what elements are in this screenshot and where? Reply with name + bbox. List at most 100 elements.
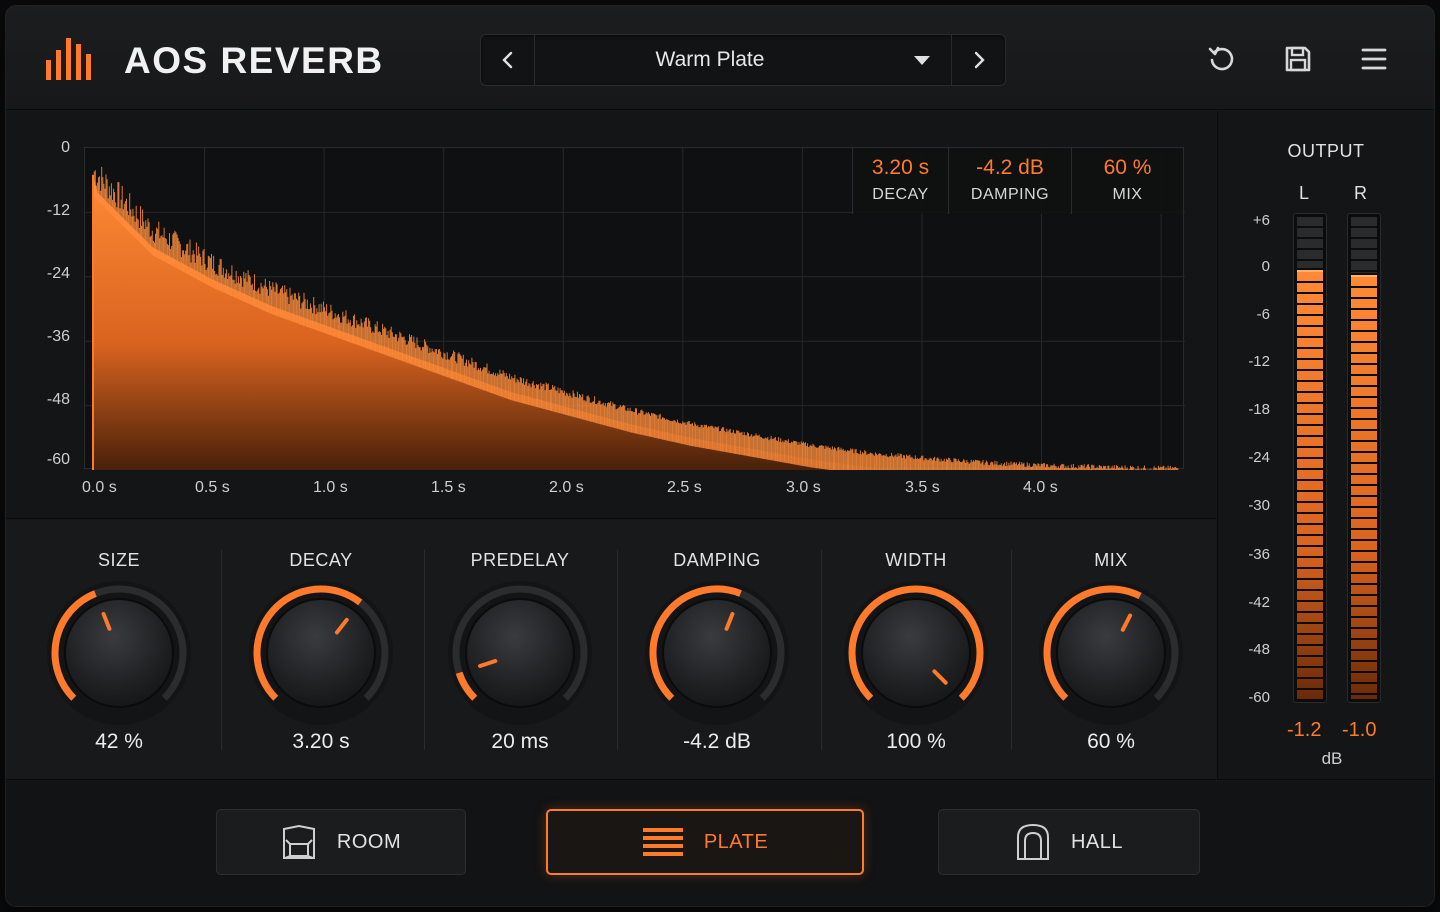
size-control: SIZE 42 % bbox=[19, 520, 219, 780]
y-tick-label: -12 bbox=[46, 202, 70, 219]
meter-unit: dB bbox=[1321, 749, 1343, 768]
output-meter-panel: OUTPUT L R +6 0 -6 -12 -18 -24 -30 -36 -… bbox=[1217, 111, 1434, 780]
damping-readout: -4.2 dB DAMPING bbox=[948, 148, 1071, 214]
meter-left-fill bbox=[1297, 270, 1323, 699]
mix-readout: 60 % MIX bbox=[1071, 148, 1183, 214]
meter-scale-label: 0 bbox=[1261, 258, 1270, 275]
chevron-right-icon bbox=[974, 51, 985, 69]
header: AOS REVERB Warm Plate bbox=[6, 6, 1434, 110]
hall-mode-button[interactable]: HALL bbox=[938, 809, 1200, 875]
size-knob[interactable] bbox=[44, 578, 194, 728]
meter-scale-label: -42 bbox=[1248, 594, 1270, 611]
meter-scale-label: -30 bbox=[1248, 497, 1270, 514]
knob-cap bbox=[266, 598, 376, 708]
x-tick-label: 0.0 s bbox=[82, 479, 117, 496]
decay-readout-label: DECAY bbox=[872, 186, 929, 203]
knob-label: SIZE bbox=[97, 550, 140, 570]
app-title: AOS REVERB bbox=[124, 40, 384, 81]
mix-control: MIX 60 % bbox=[1011, 520, 1211, 780]
decay-readout-value: 3.20 s bbox=[871, 156, 930, 179]
x-tick-label: 0.5 s bbox=[195, 479, 230, 496]
mix-readout-value: 60 % bbox=[1103, 156, 1152, 179]
knob-value: 20 ms bbox=[491, 730, 549, 753]
menu-icon bbox=[1361, 48, 1387, 70]
mix-knob[interactable] bbox=[1036, 578, 1186, 728]
save-button[interactable] bbox=[1281, 42, 1315, 76]
preset-selector: Warm Plate bbox=[480, 34, 1006, 86]
reset-button[interactable] bbox=[1205, 42, 1239, 76]
meter-scale-label: -18 bbox=[1248, 401, 1270, 418]
predelay-control: PREDELAY 20 ms bbox=[424, 520, 616, 780]
damping-readout-label: DAMPING bbox=[970, 186, 1050, 203]
x-tick-label: 4.0 s bbox=[1023, 479, 1058, 496]
predelay-knob[interactable] bbox=[445, 578, 595, 728]
knob-label: MIX bbox=[1094, 550, 1128, 570]
meter-scale-label: +6 bbox=[1252, 212, 1270, 229]
menu-button[interactable] bbox=[1357, 42, 1391, 76]
logo-bars-icon bbox=[46, 38, 91, 80]
preset-prev-button[interactable] bbox=[481, 35, 535, 85]
preset-name[interactable]: Warm Plate bbox=[535, 35, 845, 85]
peak-left: -1.2 bbox=[1287, 719, 1322, 741]
x-tick-label: 3.0 s bbox=[786, 479, 821, 496]
x-tick-label: 1.0 s bbox=[313, 479, 348, 496]
y-tick-label: -48 bbox=[46, 391, 70, 408]
knob-label: WIDTH bbox=[885, 550, 947, 570]
graph-readouts: 3.20 s DECAY -4.2 dB DAMPING 60 % MIX bbox=[852, 148, 1183, 214]
output-title: OUTPUT bbox=[1287, 141, 1365, 161]
meter-scale-label: -24 bbox=[1248, 449, 1270, 466]
plate-mode-label: PLATE bbox=[703, 830, 769, 853]
knob-cap bbox=[465, 598, 575, 708]
meter-right-fill bbox=[1351, 275, 1377, 699]
x-tick-label: 2.5 s bbox=[667, 479, 702, 496]
meter-scale-label: -36 bbox=[1248, 546, 1270, 563]
hall-mode-label: HALL bbox=[1070, 830, 1124, 853]
reset-icon bbox=[1208, 46, 1234, 71]
knob-value: 42 % bbox=[95, 730, 143, 753]
knob-label: DECAY bbox=[289, 550, 353, 570]
plugin-window: AOS REVERB Warm Plate 0 -12 -24 -36 -48 … bbox=[6, 6, 1434, 906]
decay-knob[interactable] bbox=[246, 578, 396, 728]
room-icon bbox=[282, 824, 315, 859]
knob-value: -4.2 dB bbox=[683, 730, 751, 753]
plate-mode-button[interactable]: PLATE bbox=[546, 809, 864, 875]
meter-left bbox=[1293, 213, 1327, 703]
mode-bar: ROOM PLATE HALL bbox=[6, 781, 1434, 906]
chevron-left-icon bbox=[501, 51, 512, 69]
mix-readout-label: MIX bbox=[1112, 186, 1143, 203]
decay-readout: 3.20 s DECAY bbox=[852, 148, 948, 214]
knob-label: PREDELAY bbox=[470, 550, 570, 570]
preset-next-button[interactable] bbox=[951, 35, 1005, 85]
channel-label-left: L bbox=[1299, 183, 1310, 203]
knob-panel: SIZE 42 % DECAY 3.20 s PREDELAY 20 ms DA… bbox=[6, 520, 1216, 780]
caret-down-icon[interactable] bbox=[913, 55, 931, 67]
channel-label-right: R bbox=[1354, 183, 1367, 203]
meter-scale-label: -6 bbox=[1256, 306, 1270, 323]
knob-value: 100 % bbox=[886, 730, 946, 753]
peak-right: -1.0 bbox=[1342, 719, 1377, 741]
hall-icon bbox=[1016, 823, 1049, 860]
room-mode-button[interactable]: ROOM bbox=[216, 809, 466, 875]
x-tick-label: 2.0 s bbox=[549, 479, 584, 496]
damping-knob[interactable] bbox=[642, 578, 792, 728]
y-tick-label: -36 bbox=[46, 328, 70, 345]
meter-left-unlit bbox=[1297, 217, 1323, 268]
y-tick-label: -24 bbox=[46, 265, 70, 282]
meter-scale-label: -60 bbox=[1248, 689, 1270, 706]
meter-scale-label: -48 bbox=[1248, 641, 1270, 658]
x-tick-label: 1.5 s bbox=[431, 479, 466, 496]
damping-control: DAMPING -4.2 dB bbox=[617, 520, 817, 780]
knob-value: 60 % bbox=[1087, 730, 1135, 753]
y-tick-label: 0 bbox=[61, 139, 70, 156]
y-tick-label: -60 bbox=[46, 451, 70, 468]
meter-right bbox=[1347, 213, 1381, 703]
plate-icon bbox=[642, 828, 683, 856]
knob-label: DAMPING bbox=[673, 550, 761, 570]
decay-control: DECAY 3.20 s bbox=[221, 520, 421, 780]
knob-cap bbox=[861, 598, 971, 708]
knob-cap bbox=[662, 598, 772, 708]
decay-graph-panel: 0 -12 -24 -36 -48 -60 0.0 s 0.5 s 1.0 s … bbox=[6, 111, 1216, 519]
knob-value: 3.20 s bbox=[292, 730, 350, 753]
width-knob[interactable] bbox=[841, 578, 991, 728]
meter-right-unlit bbox=[1351, 217, 1377, 273]
